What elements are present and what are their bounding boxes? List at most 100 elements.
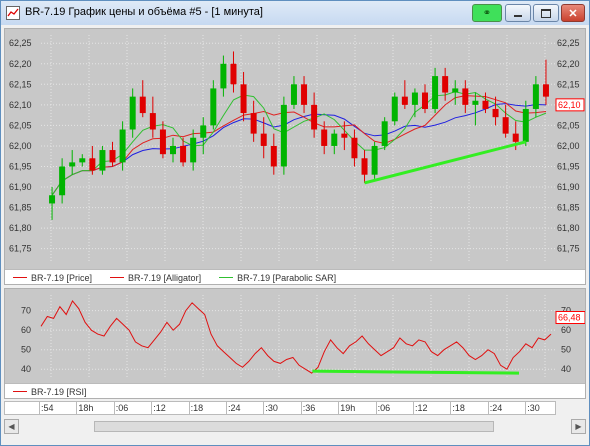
- time-axis-separator: [226, 402, 227, 414]
- candle-body: [280, 104, 287, 167]
- candle-body: [452, 88, 459, 93]
- chart-app-icon: [6, 6, 20, 20]
- candle-body: [159, 129, 166, 155]
- price-axis-label-left: 61,80: [9, 223, 32, 233]
- price-chart[interactable]: 62,25 62,25 62,20 62,20 62,15 62,15 62,10 62,10…: [5, 29, 586, 269]
- candle-body: [341, 133, 348, 138]
- link-button[interactable]: ⚭: [472, 4, 502, 22]
- maximize-icon: [541, 8, 551, 18]
- scroll-left-button[interactable]: ◀: [4, 419, 19, 434]
- candle-body: [532, 84, 539, 109]
- time-axis-label: :18: [452, 403, 465, 413]
- price-axis-label-left: 62,10: [9, 100, 32, 110]
- candle-body: [331, 133, 338, 146]
- support-trendline: [364, 140, 527, 185]
- scroll-right-button[interactable]: ▶: [571, 419, 586, 434]
- legend-item-alligator: BR-7.19 [Alligator]: [110, 273, 201, 283]
- candle-body: [522, 108, 529, 142]
- candle-body: [442, 76, 449, 93]
- candle-body: [109, 150, 116, 163]
- time-axis-label: :06: [115, 403, 129, 413]
- price-axis-label-right: 62,05: [557, 120, 580, 130]
- time-axis-separator: [263, 402, 265, 414]
- link-icon: ⚭: [482, 7, 492, 19]
- time-axis-separator: [76, 402, 78, 414]
- close-button[interactable]: ✕: [561, 4, 585, 22]
- time-axis-label: :24: [489, 403, 503, 413]
- price-pane[interactable]: 62,25 62,25 62,20 62,20 62,15 62,15 62,10 62,10…: [4, 28, 586, 285]
- rsi-line: [40, 299, 552, 374]
- alligator-lips-line: [51, 91, 547, 196]
- candle-body: [89, 158, 96, 171]
- candle-body: [432, 76, 439, 109]
- candle-body: [422, 92, 428, 109]
- candle-body: [250, 113, 257, 134]
- price-axis-label-right: 61,80: [557, 223, 580, 233]
- candle-body: [49, 195, 56, 204]
- time-axis-label: :36: [302, 403, 316, 413]
- rsi-axis-label-left: 60: [21, 325, 31, 335]
- candle-body: [351, 137, 358, 159]
- candle-body: [170, 145, 176, 155]
- candle-body: [492, 108, 499, 118]
- candle-body: [371, 145, 378, 175]
- legend-label: BR-7.19 [Alligator]: [128, 272, 202, 283]
- horizontal-scrollbar[interactable]: ◀ ▶: [4, 419, 586, 435]
- time-axis-label: 19h: [340, 403, 356, 413]
- candle-body: [472, 100, 479, 105]
- rsi-axis-label-right: 40: [561, 364, 571, 374]
- title-bar[interactable]: BR-7.19 График цены и объёма #5 - [1 мин…: [1, 1, 589, 25]
- price-axis-label-right: 61,85: [557, 203, 580, 213]
- candle-body: [361, 158, 368, 175]
- candle-body: [190, 137, 197, 163]
- time-axis-separator: [413, 402, 414, 414]
- candle-body: [290, 84, 297, 105]
- price-axis-label-left: 61,85: [9, 203, 32, 213]
- price-axis-label-left: 61,90: [9, 182, 32, 192]
- legend-item-parabolic-sar: BR-7.19 [Parabolic SAR]: [219, 273, 336, 283]
- rsi-axis-label-left: 70: [21, 306, 31, 316]
- arrow-right-icon: ▶: [575, 422, 582, 431]
- rsi-legend: BR-7.19 [RSI]: [5, 383, 585, 398]
- time-axis-separator: [525, 402, 527, 414]
- maximize-button[interactable]: [533, 4, 559, 22]
- time-axis-label: :12: [415, 403, 428, 413]
- price-axis-label-right: 62,00: [557, 141, 580, 151]
- candle-body: [260, 133, 267, 146]
- rsi-pane[interactable]: 70 70 60 60 50 50 40 40 66,48 BR-7.19 [RSI]: [4, 288, 586, 399]
- rsi-axis-label-left: 50: [21, 345, 31, 355]
- time-axis-separator: [113, 402, 115, 414]
- candle-body: [411, 92, 418, 105]
- candle-body: [230, 63, 237, 85]
- time-axis-label: :30: [527, 403, 540, 413]
- legend-label: BR-7.19 [Parabolic SAR]: [237, 272, 337, 283]
- price-axis-label-left: 62,00: [9, 141, 32, 151]
- price-axis-label-left: 62,20: [9, 59, 32, 69]
- candle-body: [381, 121, 388, 146]
- candle-body: [99, 150, 106, 171]
- time-axis-label: 18h: [78, 403, 94, 413]
- candle-body: [200, 125, 207, 138]
- time-axis-separator: [188, 402, 190, 414]
- candle-body: [69, 162, 76, 167]
- legend-label: BR-7.19 [RSI]: [31, 386, 87, 397]
- candle-body: [139, 96, 146, 114]
- candle-body: [129, 96, 136, 130]
- rsi-chart[interactable]: 70 7060 6050 5040 4066,48: [5, 289, 586, 383]
- price-axis-label-left: 62,05: [9, 120, 32, 130]
- legend-label: BR-7.19 [Price]: [31, 272, 93, 283]
- minimize-button[interactable]: [505, 4, 531, 22]
- current-price-label: 62,10: [558, 100, 581, 110]
- time-axis-separator: [450, 402, 452, 414]
- candle-body: [311, 104, 318, 130]
- candle-body: [59, 166, 66, 196]
- time-axis-separator: [487, 402, 489, 414]
- rsi-axis-label-left: 40: [21, 364, 31, 374]
- candle-body: [321, 129, 328, 146]
- scroll-thumb[interactable]: [94, 421, 494, 432]
- arrow-left-icon: ◀: [8, 422, 15, 431]
- candle-body: [462, 88, 469, 105]
- legend-swatch: [13, 277, 27, 278]
- candle-body: [391, 96, 398, 122]
- time-axis-separator: [151, 402, 153, 414]
